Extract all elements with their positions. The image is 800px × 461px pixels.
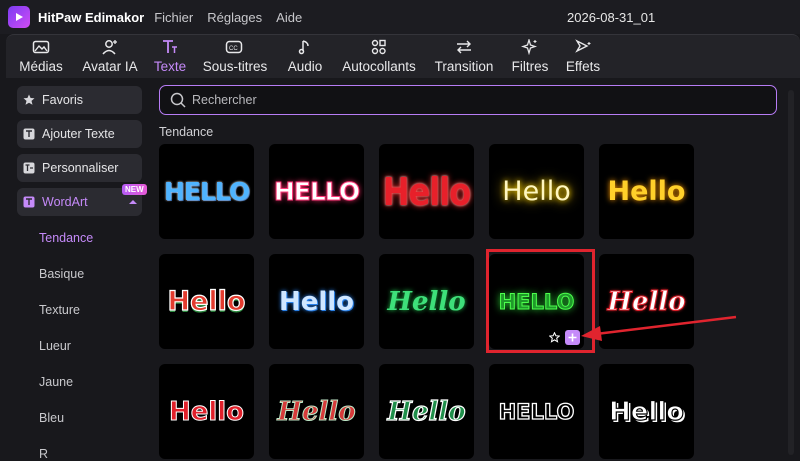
wordart-preview: HELLO bbox=[273, 177, 360, 207]
wordart-tile[interactable]: Hello bbox=[269, 254, 364, 349]
add-text-icon bbox=[22, 127, 36, 141]
wordart-tile[interactable]: Hello bbox=[379, 364, 474, 459]
title-bar: HitPaw Edimakor Fichier Réglages Aide 20… bbox=[0, 0, 800, 34]
wordart-preview: Hello bbox=[607, 176, 686, 207]
main-toolbar: Médias Avatar IA Texte CC Sous-titres Au… bbox=[6, 34, 800, 78]
subtitles-icon: CC bbox=[225, 37, 245, 57]
wordart-preview: Hello bbox=[387, 396, 466, 427]
wordart-tile[interactable]: Hello bbox=[489, 144, 584, 239]
wordart-preview: Hello bbox=[277, 396, 356, 427]
avatar-icon bbox=[101, 37, 119, 57]
new-badge: NEW bbox=[122, 184, 147, 195]
wordart-tile[interactable]: Hello bbox=[159, 254, 254, 349]
menu-fichier[interactable]: Fichier bbox=[154, 10, 193, 25]
wordart-preview: Hello bbox=[167, 285, 246, 317]
submenu-tendance[interactable]: Tendance bbox=[39, 231, 93, 245]
wordart-preview: Hello bbox=[502, 176, 571, 207]
search-icon bbox=[170, 92, 186, 108]
wordart-tile[interactable]: HELLO bbox=[489, 364, 584, 459]
wordart-tile[interactable]: Hello bbox=[599, 144, 694, 239]
wordart-preview: HELLO bbox=[498, 399, 575, 424]
tool-medias[interactable]: Médias bbox=[18, 37, 64, 77]
annotation-arrow-icon bbox=[581, 315, 737, 341]
section-title: Tendance bbox=[159, 125, 214, 139]
wordart-preview: Hello bbox=[168, 396, 245, 427]
sidebar-item-personnaliser[interactable]: Personnaliser bbox=[17, 154, 142, 182]
favorite-star-icon[interactable] bbox=[548, 331, 560, 343]
wordart-tile[interactable]: HELLO bbox=[269, 144, 364, 239]
tool-avatar-ia[interactable]: Avatar IA bbox=[79, 37, 141, 77]
sidebar-item-favoris[interactable]: Favoris bbox=[17, 86, 142, 114]
stickers-icon bbox=[370, 37, 388, 57]
filters-icon bbox=[521, 37, 539, 57]
tool-texte[interactable]: Texte bbox=[152, 37, 188, 77]
plus-icon bbox=[568, 333, 577, 342]
tool-sous-titres[interactable]: CC Sous-titres bbox=[202, 37, 268, 77]
menu-aide[interactable]: Aide bbox=[276, 10, 302, 25]
submenu-lueur[interactable]: Lueur bbox=[39, 339, 71, 353]
wordart-preview: HELLO bbox=[163, 177, 250, 206]
submenu-basique[interactable]: Basique bbox=[39, 267, 84, 281]
tool-audio[interactable]: Audio bbox=[286, 37, 324, 77]
wordart-preview: Hello bbox=[382, 168, 471, 215]
tool-filtres[interactable]: Filtres bbox=[510, 37, 550, 77]
wordart-icon bbox=[22, 195, 36, 209]
project-name[interactable]: 2026-08-31_01 bbox=[567, 10, 655, 25]
star-icon bbox=[22, 93, 36, 107]
media-icon bbox=[32, 37, 50, 57]
wordart-tile[interactable]: Hello bbox=[159, 364, 254, 459]
submenu-bleu[interactable]: Bleu bbox=[39, 411, 64, 425]
wordart-tile[interactable]: Hello bbox=[269, 364, 364, 459]
customize-icon bbox=[22, 161, 36, 175]
wordart-preview: Hello bbox=[608, 396, 685, 427]
transition-icon bbox=[455, 37, 473, 57]
audio-icon bbox=[297, 37, 313, 57]
wordart-preview: Hello bbox=[278, 286, 355, 317]
search-input[interactable] bbox=[192, 93, 752, 107]
svg-text:CC: CC bbox=[229, 46, 238, 52]
submenu-texture[interactable]: Texture bbox=[39, 303, 80, 317]
wordart-tile[interactable]: Hello bbox=[379, 254, 474, 349]
wordart-tile[interactable]: HELLO bbox=[159, 144, 254, 239]
tool-autocollants[interactable]: Autocollants bbox=[341, 37, 417, 77]
app-logo-icon bbox=[8, 6, 30, 28]
wordart-preview: Hello bbox=[387, 286, 466, 317]
wordart-tile[interactable]: Hello bbox=[599, 364, 694, 459]
search-bar[interactable] bbox=[159, 85, 777, 115]
wordart-tile[interactable]: Hello bbox=[379, 144, 474, 239]
text-icon bbox=[161, 37, 179, 57]
effects-icon bbox=[574, 37, 592, 57]
submenu-rouge[interactable]: R bbox=[39, 447, 48, 461]
tool-effets[interactable]: Effets bbox=[564, 37, 602, 77]
sidebar-item-ajouter-texte[interactable]: Ajouter Texte bbox=[17, 120, 142, 148]
app-name: HitPaw Edimakor bbox=[38, 9, 145, 25]
chevron-up-icon bbox=[129, 200, 137, 204]
scrollbar[interactable] bbox=[788, 90, 794, 455]
menu-reglages[interactable]: Réglages bbox=[207, 10, 262, 25]
tool-transition[interactable]: Transition bbox=[434, 37, 494, 77]
submenu-jaune[interactable]: Jaune bbox=[39, 375, 73, 389]
